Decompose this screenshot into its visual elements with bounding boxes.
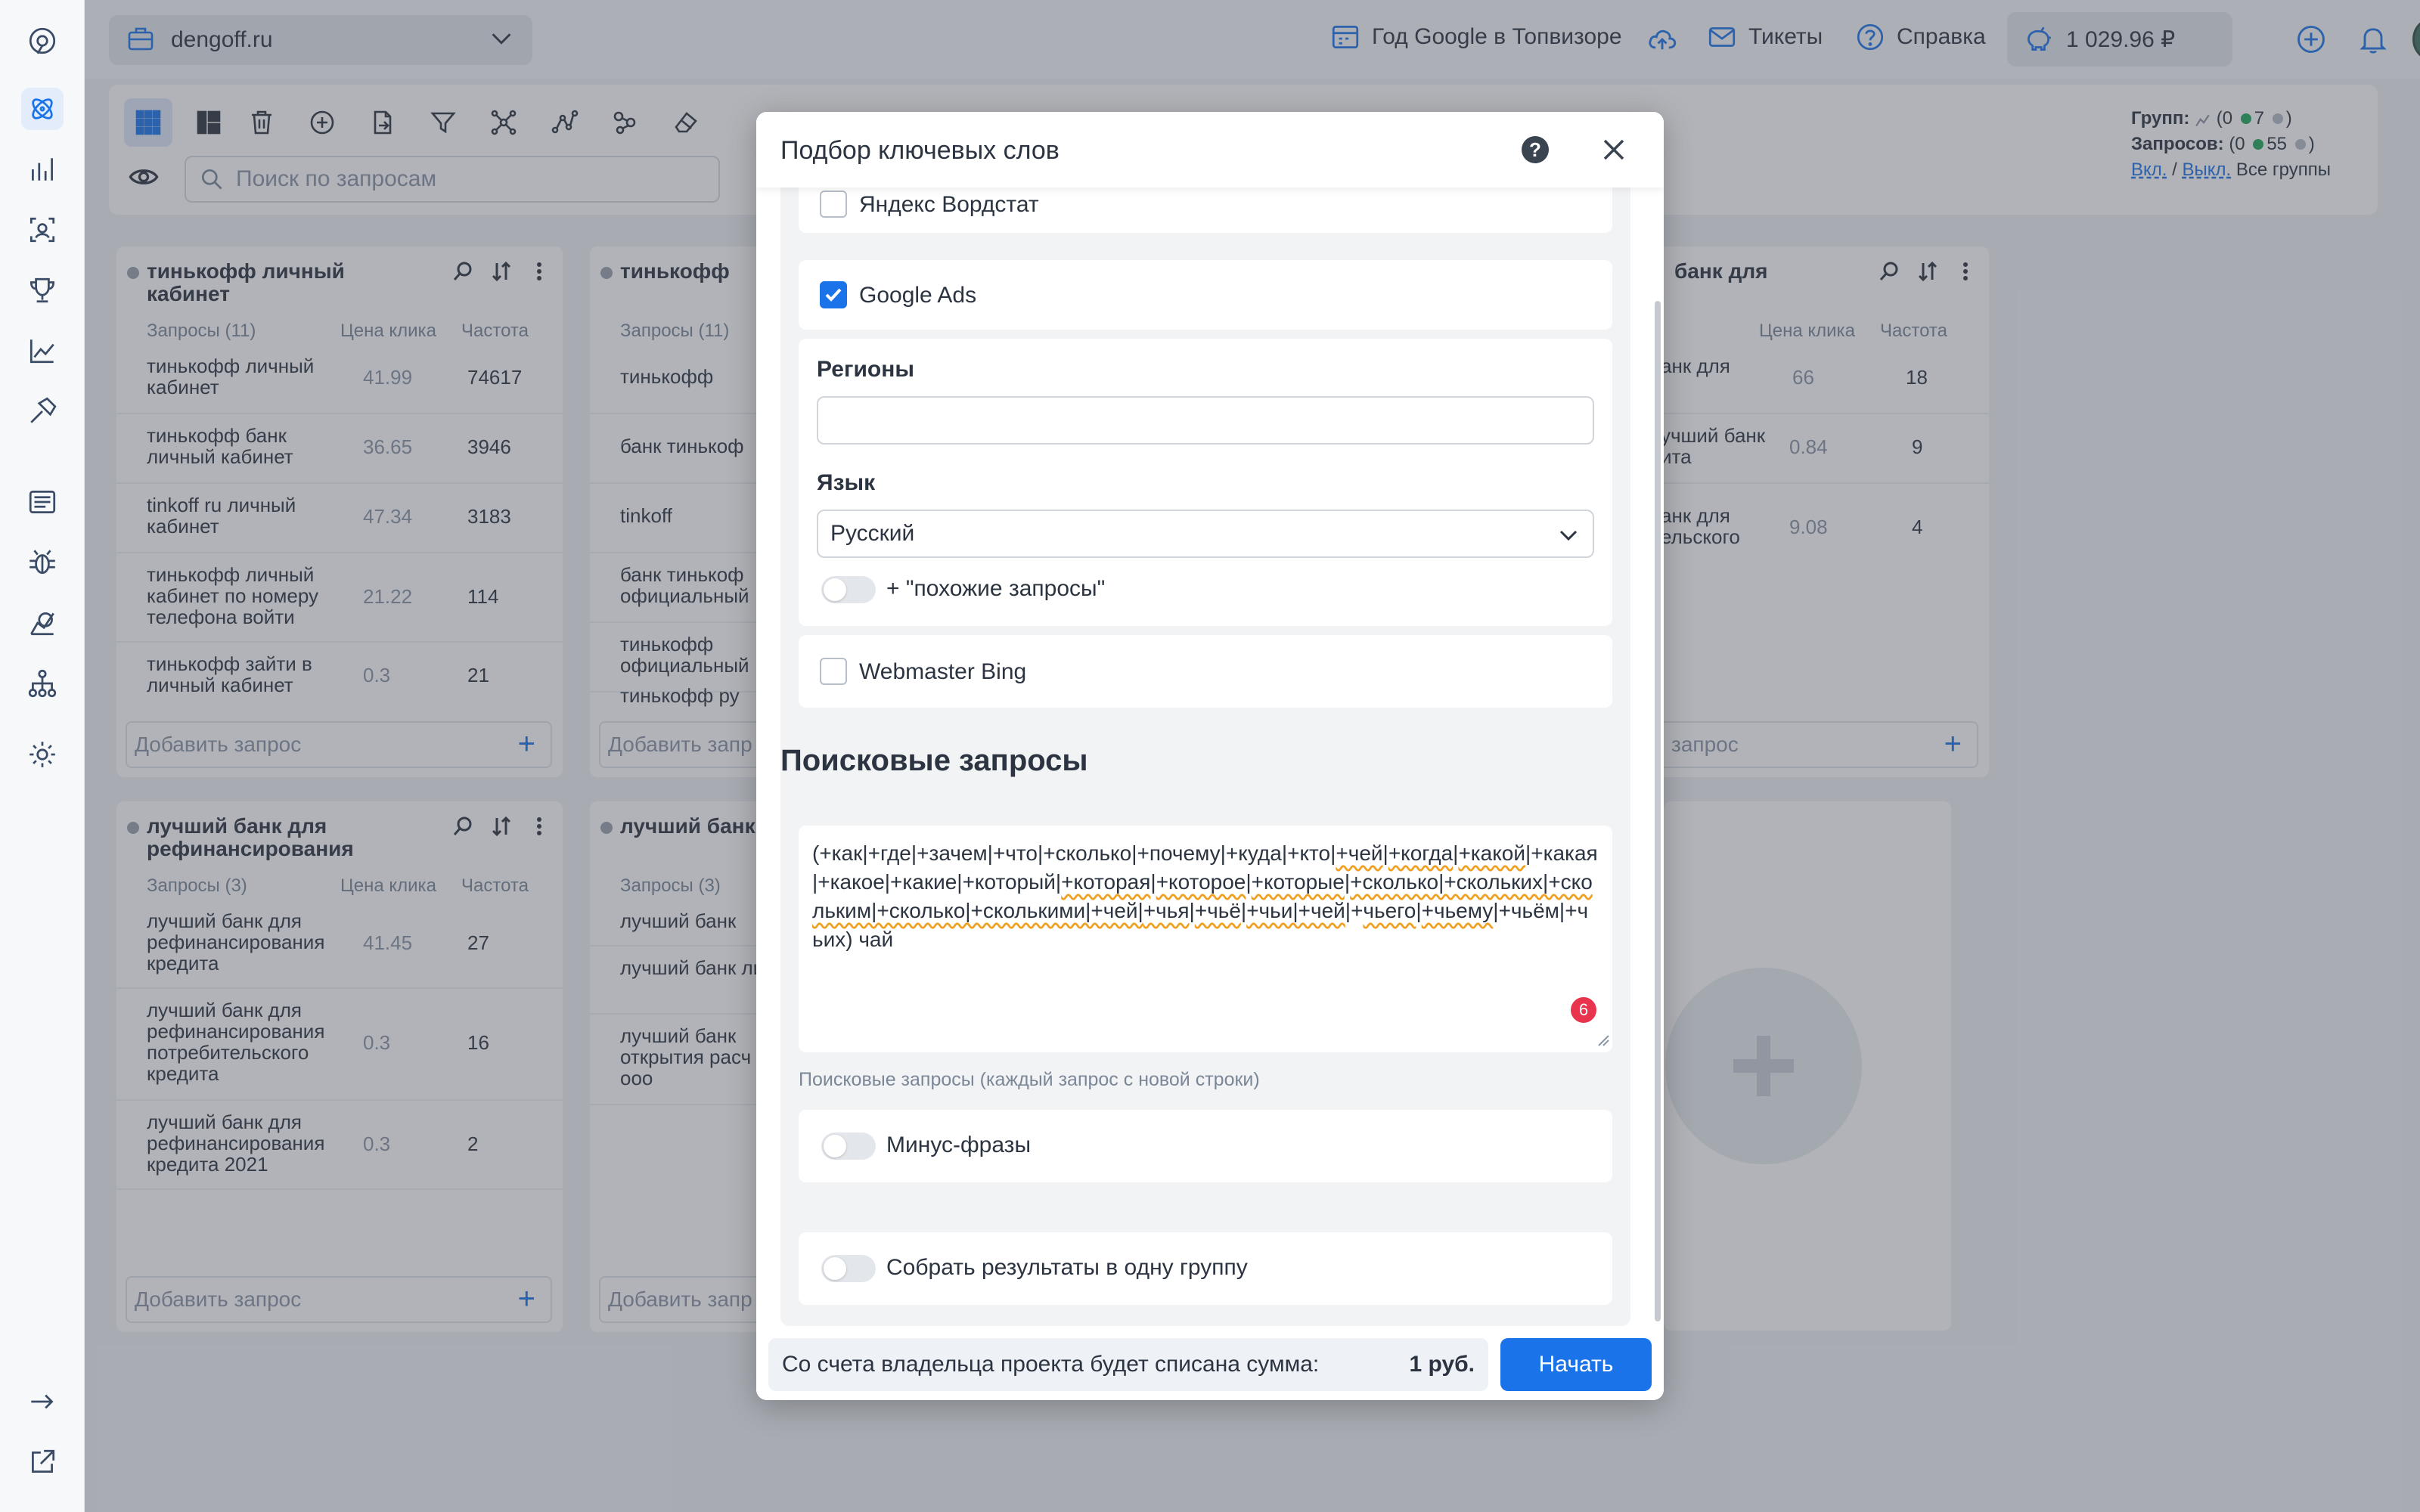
query-text-fragment: (+как|+где|+зачем|+что|+сколько|+почему|… bbox=[812, 841, 1336, 865]
modal-title: Подбор ключевых слов bbox=[780, 136, 1060, 165]
logo-icon[interactable] bbox=[21, 20, 64, 62]
misspelled-word: +чьему bbox=[1421, 899, 1494, 922]
query-text-fragment: |+ bbox=[1345, 899, 1364, 922]
query-text-fragment: | bbox=[1416, 899, 1422, 922]
similar-queries-label: + "похожие запросы" bbox=[886, 576, 1106, 601]
checkmark-icon bbox=[825, 288, 842, 302]
minus-phrases-toggle[interactable] bbox=[821, 1132, 876, 1160]
misspelled-word: +чья bbox=[1143, 899, 1190, 922]
modal-header: Подбор ключевых слов ? bbox=[756, 112, 1664, 187]
minus-phrases-label: Минус-фразы bbox=[886, 1132, 1032, 1157]
modal-body: Яндекс Вордстат Google Ads Регионы Язык … bbox=[756, 187, 1653, 1329]
regions-input[interactable] bbox=[817, 396, 1594, 445]
help-icon[interactable]: ? bbox=[1522, 136, 1549, 163]
misspelled-word: +которая bbox=[1061, 870, 1151, 894]
misspelled-word: +которые bbox=[1251, 870, 1345, 894]
close-icon[interactable] bbox=[1597, 133, 1630, 166]
semantic-core-icon[interactable] bbox=[21, 88, 64, 130]
hammer-icon[interactable] bbox=[21, 390, 64, 432]
google-ads-label: Google Ads bbox=[859, 283, 977, 308]
bug-icon[interactable] bbox=[21, 541, 64, 584]
cost-text: Со счета владельца проекта будет списана… bbox=[782, 1352, 1320, 1377]
analytics-icon[interactable] bbox=[21, 602, 64, 644]
cost-amount: 1 руб. bbox=[1409, 1352, 1475, 1377]
query-text-fragment: | bbox=[1189, 899, 1195, 922]
resize-handle-icon[interactable] bbox=[1596, 1033, 1609, 1046]
one-group-label: Собрать результаты в одну группу bbox=[886, 1255, 1248, 1280]
misspelled-word: +когда bbox=[1388, 841, 1454, 865]
search-queries-textarea[interactable]: (+как|+где|+зачем|+что|+сколько|+почему|… bbox=[799, 826, 1612, 1052]
search-queries-title: Поисковые запросы bbox=[780, 744, 1088, 777]
misspelled-word: +чей bbox=[1336, 841, 1383, 865]
start-button[interactable]: Начать bbox=[1500, 1338, 1652, 1391]
query-text-fragment: | bbox=[1246, 870, 1252, 894]
webmaster-bing-checkbox[interactable] bbox=[820, 658, 847, 685]
cost-box: Со счета владельца проекта будет списана… bbox=[768, 1338, 1488, 1391]
yandex-wordstat-checkbox[interactable] bbox=[820, 191, 847, 218]
misspelled-word: +чьи|+чей bbox=[1246, 899, 1345, 922]
list-icon[interactable] bbox=[21, 481, 64, 523]
bar-chart-icon[interactable] bbox=[21, 148, 64, 191]
modal-footer: Со счета владельца проекта будет списана… bbox=[756, 1329, 1664, 1400]
keyword-selection-modal: Подбор ключевых слов ? Яндекс Вордстат G… bbox=[756, 112, 1664, 1400]
webmaster-bing-label: Webmaster Bing bbox=[859, 659, 1027, 684]
similar-queries-toggle[interactable] bbox=[821, 576, 876, 603]
external-link-icon[interactable] bbox=[21, 1441, 64, 1483]
sitemap-icon[interactable] bbox=[21, 662, 64, 705]
google-ads-checkbox[interactable] bbox=[820, 281, 847, 308]
language-value: Русский bbox=[830, 521, 915, 546]
expand-sidebar-icon[interactable] bbox=[21, 1380, 64, 1423]
query-text-fragment: | bbox=[1150, 870, 1156, 894]
modal-scrollbar[interactable] bbox=[1655, 301, 1661, 1321]
query-text-fragment: | bbox=[1382, 841, 1388, 865]
regions-label: Регионы bbox=[817, 357, 914, 382]
yandex-wordstat-label: Яндекс Вордстат bbox=[859, 192, 1039, 217]
misspelled-word: чьего bbox=[1363, 899, 1416, 922]
spellcheck-badge[interactable]: 6 bbox=[1568, 995, 1599, 1025]
search-queries-hint: Поисковые запросы (каждый запрос с новой… bbox=[799, 1069, 1260, 1090]
one-group-toggle[interactable] bbox=[821, 1255, 876, 1282]
trend-chart-icon[interactable] bbox=[21, 330, 64, 372]
left-sidebar bbox=[0, 0, 85, 1512]
misspelled-word: +какой bbox=[1458, 841, 1526, 865]
misspelled-word: +которое bbox=[1156, 870, 1246, 894]
trophy-icon[interactable] bbox=[21, 269, 64, 311]
language-label: Язык bbox=[817, 470, 876, 495]
chevron-down-icon bbox=[1559, 530, 1578, 541]
settings-gear-icon[interactable] bbox=[21, 733, 64, 776]
scan-icon[interactable] bbox=[21, 209, 64, 251]
misspelled-word: +чьё bbox=[1194, 899, 1241, 922]
language-select[interactable]: Русский bbox=[817, 510, 1594, 558]
